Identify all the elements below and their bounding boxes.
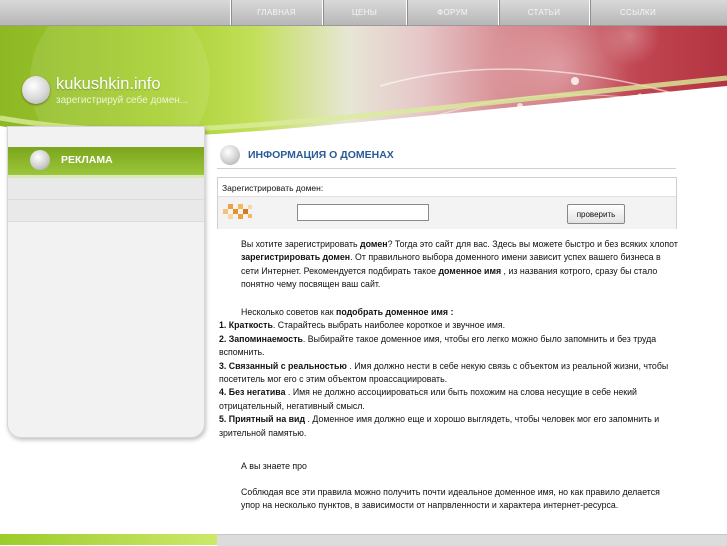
sidebar-bullet-icon — [30, 150, 50, 170]
tip-title: 5. Приятный на вид — [219, 414, 306, 425]
sidebar-header: РЕКЛАМА — [8, 147, 204, 175]
tip-title: 1. Краткость — [219, 320, 273, 331]
check-button[interactable]: проверить — [567, 204, 625, 224]
tip-title: 3. Связанный с реальностью — [219, 360, 347, 371]
main-nav: ГЛАВНАЯ ЦЕНЫ ФОРУМ СТАТЬИ ССЫЛКИ — [230, 0, 686, 25]
domain-name-keyword: доменное имя — [438, 265, 502, 276]
do-you-know-paragraph: А вы знаете про — [219, 460, 679, 473]
tip-text: . Старайтесь выбрать наиболее короткое и… — [272, 320, 506, 331]
list-item: 4. Без негатива . Имя не должно ассоциир… — [219, 386, 679, 413]
choose-domain-keyword: подобрать доменное имя : — [336, 307, 454, 317]
text-span: Несколько советов как — [241, 307, 337, 317]
text-line: Соблюдая все эти правила можно получить … — [241, 487, 660, 511]
domain-register-form: Зарегистрировать домен: проверить — [217, 177, 677, 229]
nav-item-home[interactable]: ГЛАВНАЯ — [230, 0, 322, 25]
content-bullet-icon — [220, 145, 240, 165]
list-item: 3. Связанный с реальностью . Имя должно … — [219, 360, 679, 387]
sidebar-row — [8, 200, 204, 222]
register-label: Зарегистрировать домен: — [222, 183, 324, 193]
tip-title: 4. Без негатива — [219, 387, 286, 398]
domain-input[interactable] — [297, 204, 429, 221]
nav-item-links[interactable]: ССЫЛКИ — [589, 0, 686, 25]
text-span: ? Тогда это сайт для вас. Здесь вы может… — [387, 239, 678, 249]
sidebar: РЕКЛАМА — [7, 126, 205, 438]
site-tagline: зарегистрируй себе домен... — [56, 95, 189, 106]
register-band: проверить — [218, 196, 676, 229]
list-item: 1. Краткость. Старайтесь выбрать наиболе… — [219, 319, 679, 332]
intro-paragraph: Вы хотите зарегистрировать домен? Тогда … — [219, 238, 679, 292]
title-divider — [217, 168, 676, 169]
site-title[interactable]: kukushkin.info — [56, 75, 161, 94]
logo-icon — [22, 76, 50, 104]
checker-pattern-icon — [223, 204, 252, 219]
top-nav-bar: ГЛАВНАЯ ЦЕНЫ ФОРУМ СТАТЬИ ССЫЛКИ — [0, 0, 727, 26]
tips-section: Несколько советов как подобрать доменное… — [219, 306, 679, 440]
sidebar-row — [8, 178, 204, 200]
text-span: Вы хотите зарегистрировать — [241, 239, 361, 249]
register-domain-keyword: зарегистрировать домен — [241, 252, 351, 263]
footer-strip — [217, 534, 727, 546]
domain-keyword: домен — [360, 239, 388, 249]
nav-item-prices[interactable]: ЦЕНЫ — [322, 0, 406, 25]
sidebar-title: РЕКЛАМА — [61, 154, 113, 166]
header-banner: kukushkin.info зарегистрируй себе домен.… — [0, 26, 727, 142]
nav-item-forum[interactable]: ФОРУМ — [406, 0, 498, 25]
closing-paragraph: Соблюдая все эти правила можно получить … — [219, 486, 679, 513]
list-item: 5. Приятный на вид . Доменное имя должно… — [219, 413, 679, 440]
nav-item-articles[interactable]: СТАТЬИ — [498, 0, 589, 25]
text-line: А вы знаете про — [241, 461, 307, 471]
list-item: 2. Запоминаемость. Выбирайте такое домен… — [219, 333, 679, 360]
footer-strip-green — [0, 534, 217, 545]
page-title: ИНФОРМАЦИЯ О ДОМЕНАХ — [248, 149, 394, 161]
tip-title: 2. Запоминаемость — [219, 333, 303, 344]
